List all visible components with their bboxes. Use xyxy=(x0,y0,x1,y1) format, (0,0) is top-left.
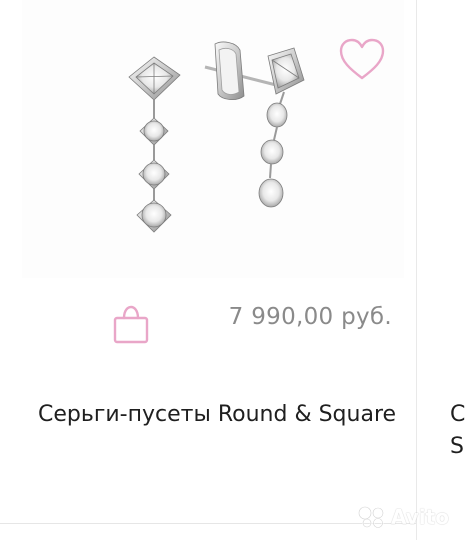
card-divider xyxy=(416,0,417,540)
heart-outline-icon xyxy=(339,38,385,80)
product-card[interactable]: 7 990,00 руб. Серьги-пусеты Round & Squa… xyxy=(0,0,415,540)
avito-logo-icon xyxy=(357,505,385,529)
wishlist-button[interactable] xyxy=(336,36,388,84)
right-earring xyxy=(204,41,305,208)
product-grid: 7 990,00 руб. Серьги-пусеты Round & Squa… xyxy=(0,0,465,540)
avito-watermark: Avito xyxy=(357,500,465,534)
next-product-title-line2: S xyxy=(450,434,464,459)
next-product-title[interactable]: С S xyxy=(450,399,465,463)
next-product-title-line1: С xyxy=(450,402,465,427)
shopping-bag-icon xyxy=(113,305,149,344)
product-price: 7 990,00 руб. xyxy=(228,304,392,330)
product-title[interactable]: Серьги-пусеты Round & Square xyxy=(38,399,398,431)
card-bottom-border xyxy=(0,523,416,524)
add-to-cart-button[interactable] xyxy=(108,304,154,346)
left-earring xyxy=(128,56,181,233)
avito-watermark-text: Avito xyxy=(391,505,449,529)
